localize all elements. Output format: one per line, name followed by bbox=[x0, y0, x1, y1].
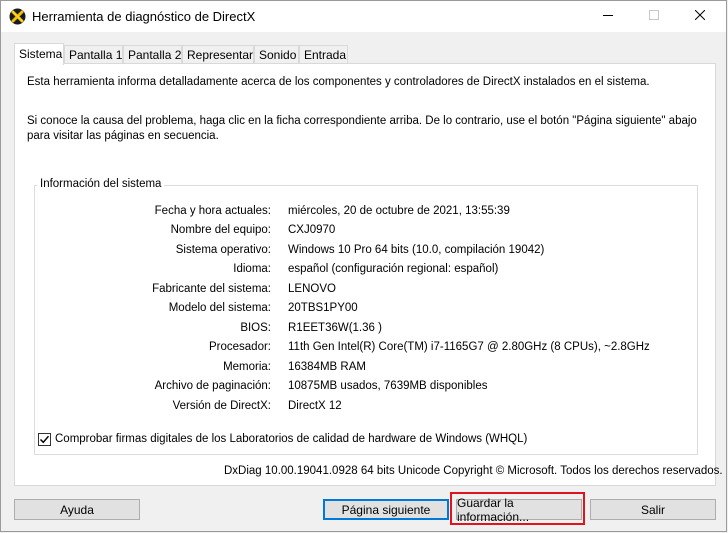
info-row-model: Modelo del sistema: 20TBS1PY00 bbox=[168, 302, 358, 314]
info-row-processor: Procesador: 11th Gen Intel(R) Core(TM) i… bbox=[208, 341, 650, 353]
info-row-bios: BIOS: R1EET36W(1.36 ) bbox=[240, 322, 382, 334]
info-row-manufacturer: Fabricante del sistema: LENOVO bbox=[152, 283, 336, 295]
tab-entrada[interactable]: Entrada bbox=[299, 45, 348, 63]
directx-diagnostic-window: Herramienta de diagnóstico de DirectX Si… bbox=[0, 0, 727, 532]
next-page-button[interactable]: Página siguiente bbox=[323, 499, 449, 520]
exit-button[interactable]: Salir bbox=[590, 499, 716, 520]
info-row-directx-version: Versión de DirectX: DirectX 12 bbox=[172, 400, 342, 412]
tab-sonido[interactable]: Sonido bbox=[254, 45, 299, 63]
copyright-text: DxDiag 10.00.19041.0928 64 bits Unicode … bbox=[224, 465, 723, 477]
group-label: Información del sistema bbox=[37, 178, 165, 190]
whql-checkbox[interactable] bbox=[38, 433, 51, 446]
tab-representar[interactable]: Representar bbox=[182, 45, 254, 63]
tab-pantalla-2[interactable]: Pantalla 2 bbox=[123, 45, 182, 63]
info-row-page-file: Archivo de paginación: 10875MB usados, 7… bbox=[154, 380, 488, 392]
tab-sistema[interactable]: Sistema bbox=[14, 43, 64, 65]
intro-text: Esta herramienta informa detalladamente … bbox=[27, 76, 650, 88]
save-button-highlight bbox=[450, 492, 585, 525]
whql-checkbox-label[interactable]: Comprobar firmas digitales de los Labora… bbox=[55, 433, 527, 445]
close-button[interactable] bbox=[677, 1, 723, 32]
system-info-group: Información del sistema Fecha y hora act… bbox=[34, 178, 698, 455]
window-title: Herramienta de diagnóstico de DirectX bbox=[32, 9, 256, 24]
info-row-computer-name: Nombre del equipo: CXJ0970 bbox=[170, 224, 336, 236]
info-row-date: Fecha y hora actuales: miércoles, 20 de … bbox=[154, 205, 510, 217]
title-bar[interactable]: Herramienta de diagnóstico de DirectX bbox=[1, 1, 726, 32]
maximize-icon bbox=[649, 10, 659, 23]
close-icon bbox=[694, 9, 706, 23]
maximize-button[interactable] bbox=[631, 1, 677, 32]
instructions-text: Si conoce la causa del problema, haga cl… bbox=[27, 115, 697, 142]
directx-icon bbox=[9, 8, 26, 25]
info-row-os: Sistema operativo: Windows 10 Pro 64 bit… bbox=[175, 244, 545, 256]
checkmark-icon bbox=[39, 435, 50, 444]
minimize-button[interactable] bbox=[585, 1, 631, 32]
minimize-icon bbox=[603, 10, 613, 23]
sistema-panel: Esta herramienta informa detalladamente … bbox=[14, 63, 723, 486]
tab-pantalla-1[interactable]: Pantalla 1 bbox=[64, 45, 123, 63]
info-row-language: Idioma: español (configuración regional:… bbox=[233, 263, 499, 275]
info-row-memory: Memoria: 16384MB RAM bbox=[223, 361, 366, 373]
help-button[interactable]: Ayuda bbox=[14, 499, 140, 520]
